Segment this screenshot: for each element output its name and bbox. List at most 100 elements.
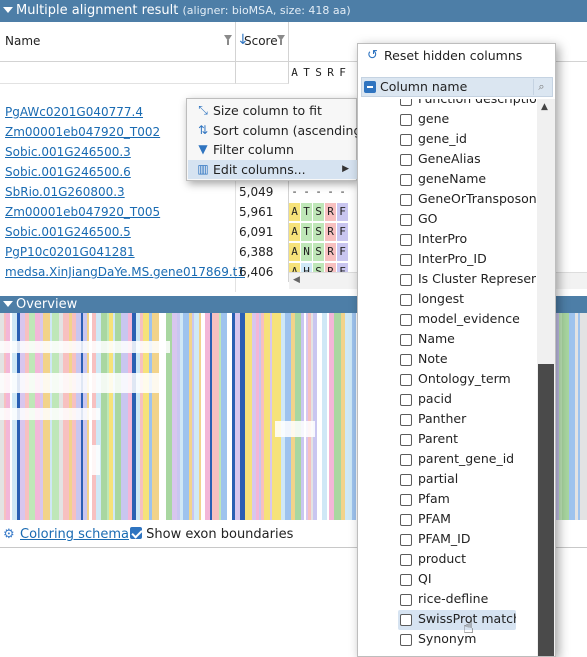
column-visibility-checkbox[interactable] [400,374,412,386]
column-list-item[interactable]: gene_id [400,130,536,150]
column-list-item[interactable]: Name [400,330,536,350]
name-column-header[interactable]: Name [0,22,236,62]
column-list-item[interactable]: pacid [400,390,536,410]
column-item-label: Pfam [418,491,450,506]
column-list-item[interactable]: InterPro [400,230,536,250]
collapse-minus-icon[interactable] [364,81,376,93]
scroll-up-icon[interactable]: ▲ [541,102,548,112]
score-column-header[interactable]: ↓ Score [236,22,289,62]
column-visibility-checkbox[interactable] [400,474,412,486]
size-to-fit-icon: ⤡ [198,103,208,117]
column-visibility-checkbox[interactable] [400,154,412,166]
column-list-item[interactable]: rice-defline [400,590,536,610]
overview-stripe [345,313,352,520]
scroll-left-icon[interactable]: ◀ [293,275,300,285]
column-list-scrollbar[interactable]: ▲ [537,99,555,656]
column-list-item[interactable]: Panther [400,410,536,430]
exon-checkbox[interactable] [130,527,142,539]
column-list-item[interactable]: Parent [400,430,536,450]
column-list-item[interactable]: gene [400,110,536,130]
column-name-header[interactable]: Column name ⌕ [361,77,553,97]
column-visibility-checkbox[interactable] [400,494,412,506]
sequence-name-link[interactable]: Sobic.001G246500.6 [5,165,131,179]
column-visibility-checkbox[interactable] [400,314,412,326]
column-visibility-checkbox[interactable] [400,614,412,626]
reset-hidden-columns-button[interactable]: ↺ Reset hidden columns [358,44,555,67]
column-visibility-checkbox[interactable] [400,334,412,346]
table-row[interactable]: Sobic.001G246500.5 [0,222,236,242]
name-filter-icon[interactable] [224,35,232,45]
score-filter-icon[interactable] [277,35,285,45]
table-row[interactable]: SbRio.01G260800.3 [0,182,236,202]
exon-boundaries-toggle[interactable]: Show exon boundaries [130,525,293,545]
column-list-item[interactable]: Pfam [400,490,536,510]
sequence-name-link[interactable]: Sobic.001G246500.3 [5,145,131,159]
column-list-item[interactable]: partial [400,470,536,490]
sequence-name-link[interactable]: PgAWc0201G040777.4 [5,105,143,119]
sequence-name-link[interactable]: medsa.XinJiangDaYe.MS.gene017869.t1 [5,265,245,279]
column-list-item[interactable]: Ontology_term [400,370,536,390]
column-list-item[interactable]: Function descriptio [400,99,536,110]
column-list-item[interactable]: geneName [400,170,536,190]
column-visibility-checkbox[interactable] [400,454,412,466]
filter-column-item[interactable]: ▼ Filter column [188,140,357,159]
residue-cell: R [325,203,336,221]
size-column-to-fit-item[interactable]: ⤡ Size column to fit [188,101,357,120]
column-visibility-checkbox[interactable] [400,294,412,306]
sequence-name-link[interactable]: Zm00001eb047920_T002 [5,125,160,139]
collapse-triangle-icon[interactable] [3,7,13,13]
column-visibility-checkbox[interactable] [400,534,412,546]
column-visibility-checkbox[interactable] [400,414,412,426]
edit-columns-panel: ↺ Reset hidden columns Column name ⌕ Func… [357,43,556,657]
table-row[interactable]: medsa.XinJiangDaYe.MS.gene017869.t1 [0,262,245,282]
alignment-title-bar[interactable]: Multiple alignment result (aligner: bioM… [0,0,587,22]
sequence-name-link[interactable]: SbRio.01G260800.3 [5,185,125,199]
column-list-item[interactable]: PFAM [400,510,536,530]
column-list-item[interactable]: Is Cluster Represent [400,270,536,290]
column-list-item[interactable]: InterPro_ID [400,250,536,270]
table-row[interactable]: Zm00001eb047920_T005 [0,202,236,222]
column-visibility-checkbox[interactable] [400,434,412,446]
column-visibility-checkbox[interactable] [400,514,412,526]
coloring-schema-link[interactable]: Coloring schema [20,525,129,545]
column-visibility-checkbox[interactable] [400,214,412,226]
sequence-name-link[interactable]: Sobic.001G246500.5 [5,225,131,239]
column-visibility-checkbox[interactable] [400,634,412,646]
column-visibility-checkbox[interactable] [400,194,412,206]
column-visibility-checkbox[interactable] [400,394,412,406]
table-row[interactable]: PgP10c0201G041281 [0,242,236,262]
column-visibility-checkbox[interactable] [400,114,412,126]
column-list-item[interactable]: parent_gene_id [400,450,536,470]
column-item-label: GeneAlias [418,151,481,166]
edit-columns-item[interactable]: ▥ Edit columns... ▶ [188,160,357,179]
column-list-item[interactable]: model_evidence [400,310,536,330]
collapse-triangle-icon[interactable] [3,301,13,307]
column-visibility-checkbox[interactable] [400,254,412,266]
column-visibility-checkbox[interactable] [400,134,412,146]
column-list-item[interactable]: GeneAlias [400,150,536,170]
column-visibility-checkbox[interactable] [400,99,412,106]
column-list-item[interactable]: SwissProt match [398,610,516,630]
column-visibility-checkbox[interactable] [400,174,412,186]
column-list-item[interactable]: longest [400,290,536,310]
column-list-item[interactable]: QI [400,570,536,590]
column-item-label: model_evidence [418,311,520,326]
column-list-item[interactable]: PFAM_ID [400,530,536,550]
column-visibility-checkbox[interactable] [400,274,412,286]
column-list-item[interactable]: GeneOrTransposon [400,190,536,210]
column-visibility-checkbox[interactable] [400,354,412,366]
column-list-item[interactable]: GO [400,210,536,230]
column-visibility-checkbox[interactable] [400,574,412,586]
column-visibility-checkbox[interactable] [400,554,412,566]
residue-cell: - [313,183,324,201]
column-visibility-checkbox[interactable] [400,234,412,246]
column-list-item[interactable]: product [400,550,536,570]
sequence-name-link[interactable]: Zm00001eb047920_T005 [5,205,160,219]
column-visibility-checkbox[interactable] [400,594,412,606]
scrollbar-thumb[interactable] [538,364,554,656]
sequence-name-link[interactable]: PgP10c0201G041281 [5,245,135,259]
column-list-item[interactable]: Note [400,350,536,370]
gear-icon[interactable]: ⚙ [3,528,17,542]
sort-column-item[interactable]: ⇅ Sort column (ascending) [188,121,366,140]
search-icon[interactable]: ⌕ [533,79,549,95]
